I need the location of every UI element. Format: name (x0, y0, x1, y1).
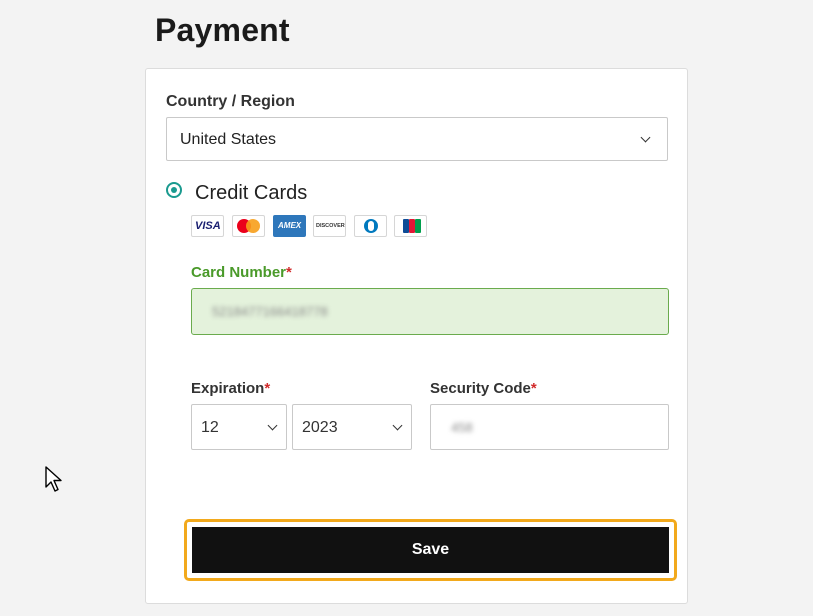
required-mark: * (264, 380, 271, 397)
card-number-label: Card Number* (191, 264, 292, 281)
amex-icon: AMEX (273, 215, 306, 237)
card-number-value: 5218477166418778 (212, 304, 328, 319)
expiration-month-select[interactable]: 12 (191, 404, 287, 450)
required-mark: * (286, 264, 292, 281)
chevron-down-icon (640, 132, 651, 143)
expiration-year-select[interactable]: 2023 (292, 404, 412, 450)
expiration-month-value: 12 (201, 419, 219, 436)
credit-cards-radio[interactable] (166, 182, 182, 198)
security-code-input[interactable]: 458 (430, 404, 669, 450)
visa-icon: VISA (191, 215, 224, 237)
chevron-down-icon (267, 420, 278, 431)
expiration-label: Expiration* (191, 380, 271, 397)
required-mark: * (530, 380, 537, 397)
expiration-year-value: 2023 (302, 419, 338, 436)
discover-icon: DISCOVER (313, 215, 346, 237)
jcb-icon (394, 215, 427, 237)
country-value: United States (180, 131, 277, 148)
security-code-value: 458 (451, 420, 473, 435)
security-code-label: Security Code* (430, 380, 537, 397)
country-label: Country / Region (166, 93, 295, 110)
country-select[interactable]: United States (166, 117, 668, 161)
card-number-input[interactable]: 5218477166418778 (191, 288, 669, 335)
chevron-down-icon (392, 420, 403, 431)
mouse-cursor-icon (45, 466, 62, 492)
diners-club-icon (354, 215, 387, 237)
payment-form-card: Country / Region United States Credit Ca… (145, 68, 688, 604)
save-focus-ring: Save (184, 519, 677, 581)
mastercard-icon (232, 215, 265, 237)
save-button[interactable]: Save (192, 527, 669, 573)
credit-cards-label[interactable]: Credit Cards (195, 182, 307, 205)
page-title: Payment (155, 12, 290, 48)
